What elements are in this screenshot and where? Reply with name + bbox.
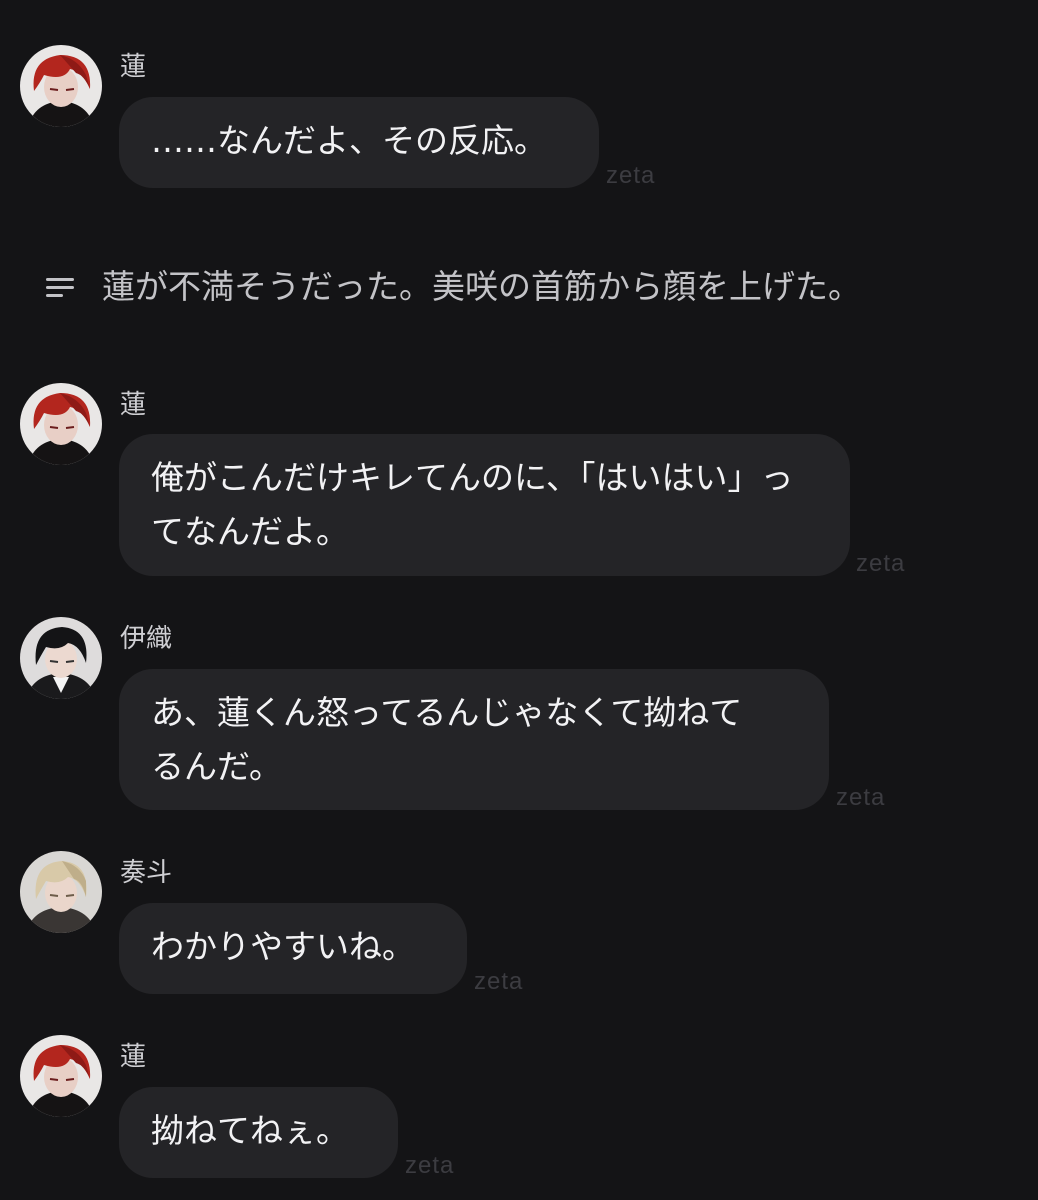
blonde-hair-character-avatar [20, 851, 102, 933]
avatar-kanato[interactable] [20, 851, 102, 933]
message-bubble: あ、蓮くん怒ってるんじゃなくて拗ねて るんだ。 [119, 669, 829, 810]
speaker-name: 蓮 [120, 52, 147, 82]
zeta-watermark: zeta [405, 1152, 455, 1179]
red-hair-character-avatar [20, 383, 102, 465]
avatar-ren[interactable] [20, 383, 102, 465]
avatar-iori[interactable] [20, 617, 102, 699]
zeta-watermark: zeta [856, 550, 906, 577]
red-hair-character-avatar [20, 1035, 102, 1117]
zeta-watermark: zeta [474, 968, 524, 995]
narration-text: 蓮が不満そうだった。美咲の首筋から顔を上げた。 [102, 267, 861, 306]
narration-line: 蓮が不満そうだった。美咲の首筋から顔を上げた。 [44, 262, 861, 312]
message-bubble: わかりやすいね。 [119, 903, 467, 994]
narration-lines-icon [46, 278, 74, 297]
zeta-watermark: zeta [606, 162, 656, 189]
message-bubble: 俺がこんだけキレてんのに、「はいはい」っ てなんだよ。 [119, 434, 850, 576]
speaker-name: 伊織 [120, 624, 173, 654]
speaker-name: 奏斗 [120, 858, 173, 888]
avatar-ren[interactable] [20, 1035, 102, 1117]
red-hair-character-avatar [20, 45, 102, 127]
avatar-ren[interactable] [20, 45, 102, 127]
message-bubble: 拗ねてねぇ。 [119, 1087, 398, 1178]
speaker-name: 蓮 [120, 390, 147, 420]
zeta-watermark: zeta [836, 784, 886, 811]
black-hair-character-avatar [20, 617, 102, 699]
speaker-name: 蓮 [120, 1042, 147, 1072]
message-bubble: ……なんだよ、その反応。 [119, 97, 599, 188]
